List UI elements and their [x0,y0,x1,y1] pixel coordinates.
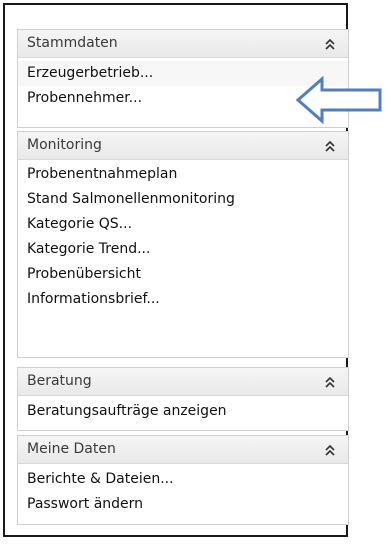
double-chevron-up-icon[interactable] [324,443,336,457]
panel-header-meine-daten[interactable]: Meine Daten [18,436,348,464]
menu-item-stand-salmonellenmonitoring[interactable]: Stand Salmonellenmonitoring [18,187,348,212]
double-chevron-up-icon[interactable] [324,375,336,389]
panel-monitoring: Monitoring Probenentnahmeplan Stand Salm… [17,131,349,358]
menu-item-probenuebersicht[interactable]: Probenübersicht [18,262,348,287]
menu-item-passwort-aendern[interactable]: Passwort ändern [18,492,348,517]
panel-header-beratung[interactable]: Beratung [18,368,348,396]
menu-item-kategorie-trend[interactable]: Kategorie Trend... [18,237,348,262]
panel-header-monitoring[interactable]: Monitoring [18,132,348,160]
left-arrow-icon [296,76,382,124]
menu-item-berichte-dateien[interactable]: Berichte & Dateien... [18,467,348,492]
double-chevron-up-icon[interactable] [324,139,336,153]
menu-item-informationsbrief[interactable]: Informationsbrief... [18,287,348,312]
double-chevron-up-icon[interactable] [324,37,336,51]
panel-title: Beratung [27,373,92,389]
panel-meine-daten: Meine Daten Berichte & Dateien... Passwo… [17,435,349,525]
panel-title: Meine Daten [27,441,116,457]
panel-header-stammdaten[interactable]: Stammdaten [18,30,348,58]
panel-beratung: Beratung Beratungsaufträge anzeigen [17,367,349,431]
menu-item-probenentnahmeplan[interactable]: Probenentnahmeplan [18,162,348,187]
panel-title: Monitoring [27,137,102,153]
menu-item-beratungsauftraege[interactable]: Beratungsaufträge anzeigen [18,399,348,424]
menu-item-kategorie-qs[interactable]: Kategorie QS... [18,212,348,237]
panel-title: Stammdaten [27,35,118,51]
